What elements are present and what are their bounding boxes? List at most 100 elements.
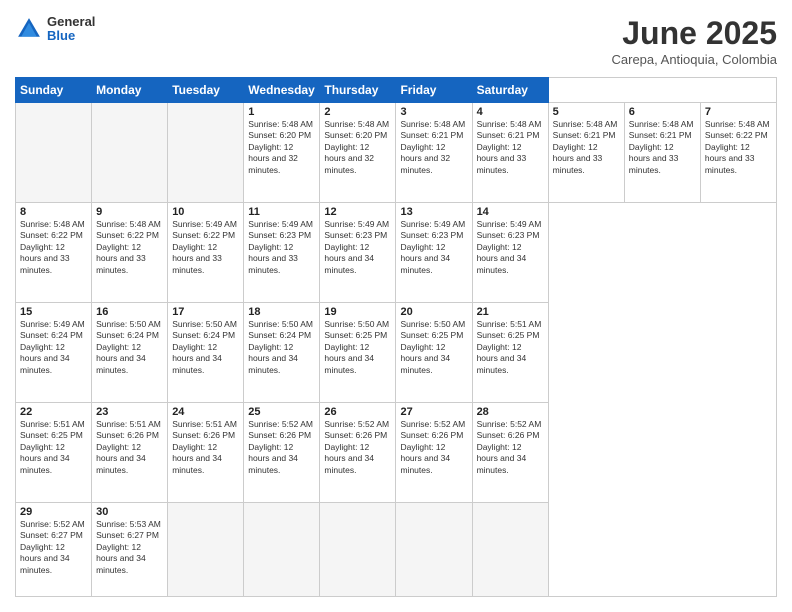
day-info: Sunrise: 5:51 AMSunset: 6:25 PMDaylight:… [477, 319, 544, 376]
table-row: 12Sunrise: 5:49 AMSunset: 6:23 PMDayligh… [320, 202, 396, 302]
table-row [472, 502, 548, 596]
week-row: 22Sunrise: 5:51 AMSunset: 6:25 PMDayligh… [16, 402, 777, 502]
day-info: Sunrise: 5:48 AMSunset: 6:20 PMDaylight:… [324, 119, 391, 176]
table-row: 7Sunrise: 5:48 AMSunset: 6:22 PMDaylight… [700, 103, 776, 203]
day-info: Sunrise: 5:52 AMSunset: 6:26 PMDaylight:… [248, 419, 315, 476]
day-info: Sunrise: 5:48 AMSunset: 6:22 PMDaylight:… [96, 219, 163, 276]
day-info: Sunrise: 5:50 AMSunset: 6:24 PMDaylight:… [172, 319, 239, 376]
calendar-page: General Blue June 2025 Carepa, Antioquia… [0, 0, 792, 612]
day-number: 7 [705, 106, 772, 118]
day-number: 9 [96, 206, 163, 218]
day-number: 15 [20, 306, 87, 318]
table-row: 3Sunrise: 5:48 AMSunset: 6:21 PMDaylight… [396, 103, 472, 203]
table-row: 8Sunrise: 5:48 AMSunset: 6:22 PMDaylight… [16, 202, 92, 302]
table-row: 29Sunrise: 5:52 AMSunset: 6:27 PMDayligh… [16, 502, 92, 596]
day-number: 30 [96, 506, 163, 518]
day-number: 1 [248, 106, 315, 118]
table-row [168, 103, 244, 203]
day-number: 25 [248, 406, 315, 418]
day-number: 6 [629, 106, 696, 118]
day-number: 17 [172, 306, 239, 318]
table-row: 10Sunrise: 5:49 AMSunset: 6:22 PMDayligh… [168, 202, 244, 302]
day-info: Sunrise: 5:52 AMSunset: 6:26 PMDaylight:… [324, 419, 391, 476]
day-info: Sunrise: 5:49 AMSunset: 6:23 PMDaylight:… [324, 219, 391, 276]
table-row: 9Sunrise: 5:48 AMSunset: 6:22 PMDaylight… [92, 202, 168, 302]
day-info: Sunrise: 5:49 AMSunset: 6:22 PMDaylight:… [172, 219, 239, 276]
day-info: Sunrise: 5:49 AMSunset: 6:24 PMDaylight:… [20, 319, 87, 376]
day-number: 14 [477, 206, 544, 218]
day-number: 28 [477, 406, 544, 418]
logo-text: General Blue [47, 15, 95, 44]
day-number: 2 [324, 106, 391, 118]
day-number: 10 [172, 206, 239, 218]
day-info: Sunrise: 5:48 AMSunset: 6:22 PMDaylight:… [705, 119, 772, 176]
week-row: 15Sunrise: 5:49 AMSunset: 6:24 PMDayligh… [16, 302, 777, 402]
day-info: Sunrise: 5:48 AMSunset: 6:21 PMDaylight:… [477, 119, 544, 176]
table-row [320, 502, 396, 596]
day-number: 23 [96, 406, 163, 418]
day-info: Sunrise: 5:48 AMSunset: 6:21 PMDaylight:… [400, 119, 467, 176]
calendar-header: Sunday Monday Tuesday Wednesday Thursday… [16, 78, 777, 103]
table-row [16, 103, 92, 203]
table-row: 17Sunrise: 5:50 AMSunset: 6:24 PMDayligh… [168, 302, 244, 402]
day-info: Sunrise: 5:48 AMSunset: 6:20 PMDaylight:… [248, 119, 315, 176]
table-row: 18Sunrise: 5:50 AMSunset: 6:24 PMDayligh… [244, 302, 320, 402]
table-row: 1Sunrise: 5:48 AMSunset: 6:20 PMDaylight… [244, 103, 320, 203]
day-info: Sunrise: 5:50 AMSunset: 6:25 PMDaylight:… [400, 319, 467, 376]
day-info: Sunrise: 5:52 AMSunset: 6:26 PMDaylight:… [477, 419, 544, 476]
table-row: 26Sunrise: 5:52 AMSunset: 6:26 PMDayligh… [320, 402, 396, 502]
table-row: 23Sunrise: 5:51 AMSunset: 6:26 PMDayligh… [92, 402, 168, 502]
logo-blue: Blue [47, 29, 95, 43]
table-row: 4Sunrise: 5:48 AMSunset: 6:21 PMDaylight… [472, 103, 548, 203]
calendar-body: 1Sunrise: 5:48 AMSunset: 6:20 PMDaylight… [16, 103, 777, 597]
col-tuesday: Tuesday [168, 78, 244, 103]
header-row: Sunday Monday Tuesday Wednesday Thursday… [16, 78, 777, 103]
day-info: Sunrise: 5:50 AMSunset: 6:24 PMDaylight:… [96, 319, 163, 376]
week-row: 1Sunrise: 5:48 AMSunset: 6:20 PMDaylight… [16, 103, 777, 203]
day-info: Sunrise: 5:50 AMSunset: 6:25 PMDaylight:… [324, 319, 391, 376]
day-info: Sunrise: 5:51 AMSunset: 6:26 PMDaylight:… [96, 419, 163, 476]
logo: General Blue [15, 15, 95, 44]
logo-general: General [47, 15, 95, 29]
day-info: Sunrise: 5:52 AMSunset: 6:26 PMDaylight:… [400, 419, 467, 476]
col-thursday: Thursday [320, 78, 396, 103]
day-info: Sunrise: 5:48 AMSunset: 6:21 PMDaylight:… [553, 119, 620, 176]
table-row [92, 103, 168, 203]
month-title: June 2025 [612, 15, 778, 52]
table-row: 30Sunrise: 5:53 AMSunset: 6:27 PMDayligh… [92, 502, 168, 596]
table-row: 11Sunrise: 5:49 AMSunset: 6:23 PMDayligh… [244, 202, 320, 302]
col-saturday: Saturday [472, 78, 548, 103]
day-number: 21 [477, 306, 544, 318]
col-sunday: Sunday [16, 78, 92, 103]
table-row: 24Sunrise: 5:51 AMSunset: 6:26 PMDayligh… [168, 402, 244, 502]
col-wednesday: Wednesday [244, 78, 320, 103]
day-info: Sunrise: 5:52 AMSunset: 6:27 PMDaylight:… [20, 519, 87, 576]
table-row: 19Sunrise: 5:50 AMSunset: 6:25 PMDayligh… [320, 302, 396, 402]
table-row: 20Sunrise: 5:50 AMSunset: 6:25 PMDayligh… [396, 302, 472, 402]
day-number: 19 [324, 306, 391, 318]
day-info: Sunrise: 5:48 AMSunset: 6:22 PMDaylight:… [20, 219, 87, 276]
header: General Blue June 2025 Carepa, Antioquia… [15, 15, 777, 67]
calendar-table: Sunday Monday Tuesday Wednesday Thursday… [15, 77, 777, 597]
table-row: 15Sunrise: 5:49 AMSunset: 6:24 PMDayligh… [16, 302, 92, 402]
title-section: June 2025 Carepa, Antioquia, Colombia [612, 15, 778, 67]
day-number: 20 [400, 306, 467, 318]
week-row: 29Sunrise: 5:52 AMSunset: 6:27 PMDayligh… [16, 502, 777, 596]
day-info: Sunrise: 5:49 AMSunset: 6:23 PMDaylight:… [400, 219, 467, 276]
table-row: 21Sunrise: 5:51 AMSunset: 6:25 PMDayligh… [472, 302, 548, 402]
day-number: 16 [96, 306, 163, 318]
day-number: 29 [20, 506, 87, 518]
table-row [244, 502, 320, 596]
table-row: 2Sunrise: 5:48 AMSunset: 6:20 PMDaylight… [320, 103, 396, 203]
day-number: 4 [477, 106, 544, 118]
day-info: Sunrise: 5:53 AMSunset: 6:27 PMDaylight:… [96, 519, 163, 576]
day-number: 24 [172, 406, 239, 418]
table-row [168, 502, 244, 596]
day-info: Sunrise: 5:51 AMSunset: 6:26 PMDaylight:… [172, 419, 239, 476]
table-row [396, 502, 472, 596]
day-info: Sunrise: 5:50 AMSunset: 6:24 PMDaylight:… [248, 319, 315, 376]
day-info: Sunrise: 5:51 AMSunset: 6:25 PMDaylight:… [20, 419, 87, 476]
table-row: 13Sunrise: 5:49 AMSunset: 6:23 PMDayligh… [396, 202, 472, 302]
day-number: 11 [248, 206, 315, 218]
day-number: 5 [553, 106, 620, 118]
